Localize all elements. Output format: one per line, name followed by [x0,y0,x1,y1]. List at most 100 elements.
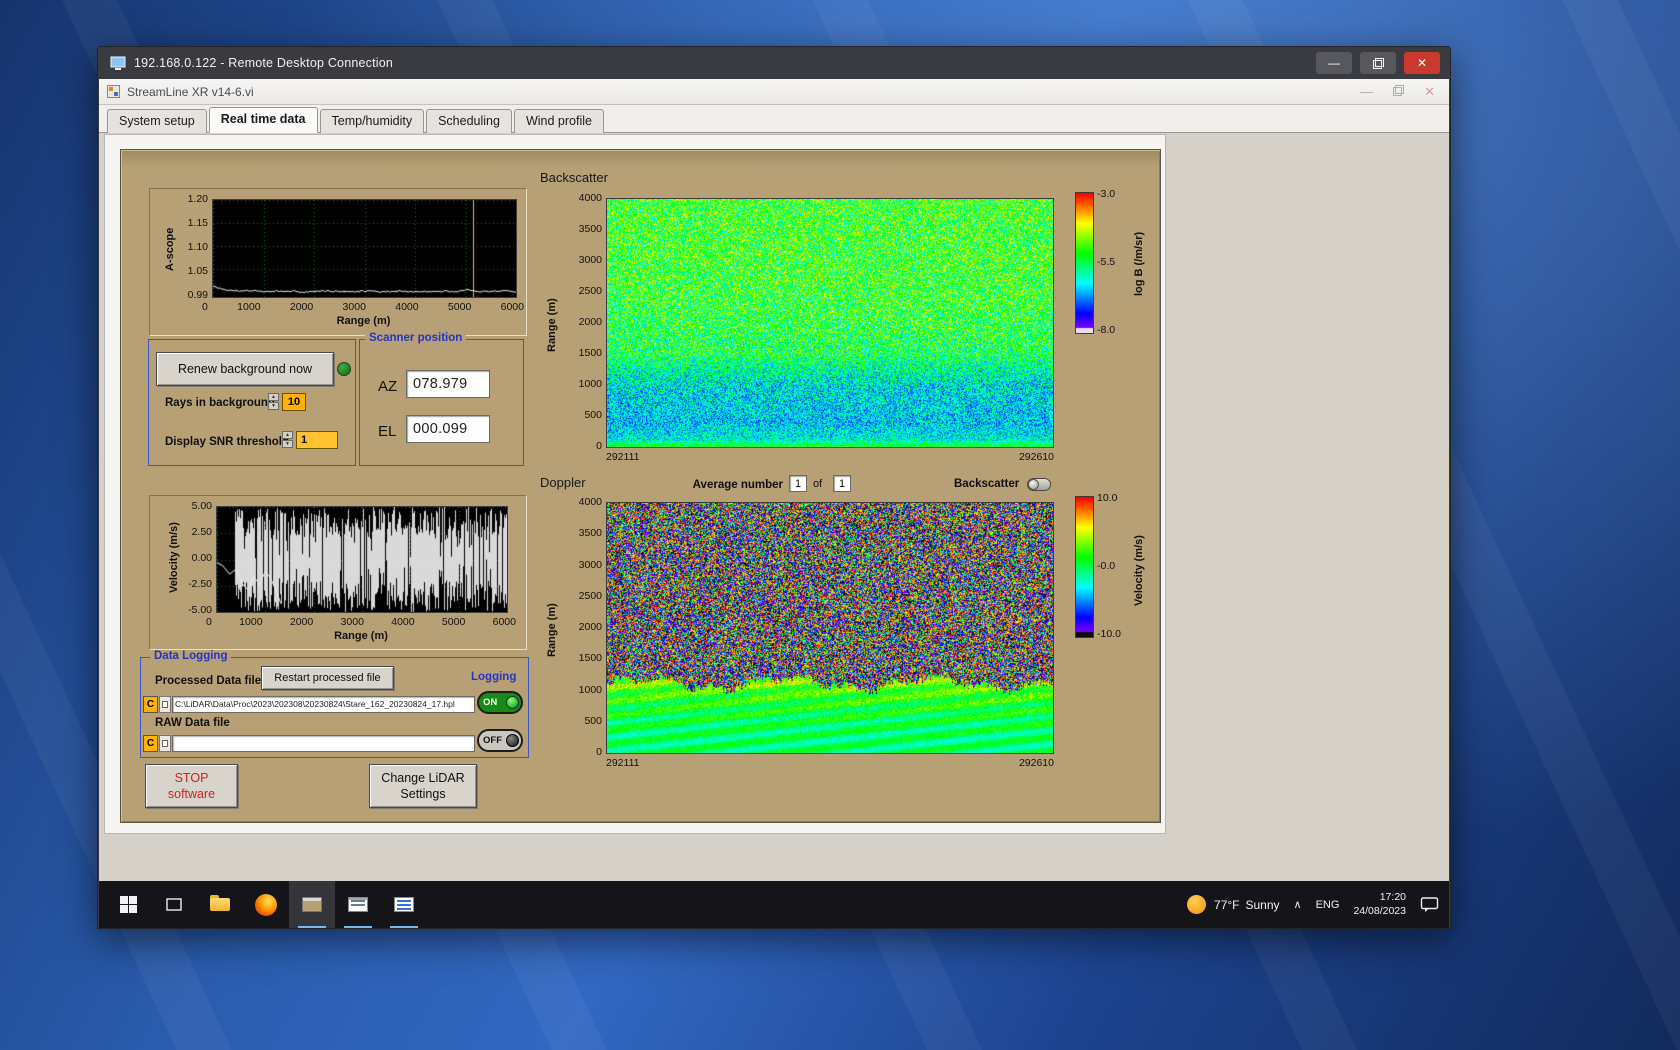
backscatter-display-toggle[interactable] [1027,478,1051,491]
tab-real-time-data[interactable]: Real time data [208,107,318,133]
switch-knob-icon [1028,479,1039,490]
app-restore-button[interactable] [1393,84,1405,99]
doppler-y-axis-label: Range (m) [546,603,558,657]
app-minimize-button[interactable]: — [1360,84,1373,99]
backscatter-x-tick-labels: 292111 292610 [606,451,1054,463]
change-lidar-settings-button[interactable]: Change LiDAR Settings [369,764,477,808]
raw-browse-icon[interactable] [159,735,171,752]
processed-drive-button[interactable]: C [143,696,158,713]
velocity-plot-canvas [216,506,508,613]
processed-logging-toggle[interactable]: ON [477,691,523,714]
weather-temperature: 77°F [1214,897,1240,912]
vi-front-panel-area: Backscatter Doppler A-scope 1.20 1.15 1.10… [104,134,1166,834]
windows-logo-icon [119,896,137,913]
rdp-minimize-button[interactable]: — [1316,52,1352,74]
tab-bar: System setup Real time data Temp/humidit… [99,105,1449,133]
ascope-x-axis-label: Range (m) [336,315,391,327]
data-logging-box: Data Logging Processed Data file Restart… [140,650,529,758]
background-status-led [337,362,351,376]
task-view-button[interactable] [151,881,197,928]
backscatter-heatmap-canvas [606,198,1054,448]
chevron-up-icon[interactable]: ∧ [1294,898,1302,911]
average-number-field[interactable]: 1 [789,475,807,492]
rays-value-field[interactable]: 10 [282,393,306,411]
rdp-window: 192.168.0.122 - Remote Desktop Connectio… [97,46,1451,929]
firefox-button[interactable] [243,881,289,928]
scan-schedule-icon [348,897,368,912]
processed-path-field[interactable]: C:\LiDAR\Data\Proc\2023\202308\20230824\… [172,696,475,713]
doppler-section-title: Doppler [540,475,586,490]
rdp-close-button[interactable]: ✕ [1404,52,1440,74]
el-label: EL [378,423,397,440]
doppler-heatmap-canvas [606,502,1054,754]
clock-date: 24/08/2023 [1353,904,1406,917]
rdp-titlebar[interactable]: 192.168.0.122 - Remote Desktop Connectio… [98,47,1450,79]
file-explorer-button[interactable] [197,881,243,928]
labview-vi-icon [107,85,120,98]
doppler-colorbar-label: Velocity (m/s) [1133,535,1145,607]
doppler-y-tick-labels: 4000 3500 3000 2500 2000 1500 1000 500 0 [578,496,602,758]
scan-schedule-app-button[interactable] [335,881,381,928]
stop-software-button[interactable]: STOP software [145,764,238,808]
az-label: AZ [378,378,398,395]
language-indicator[interactable]: ENG [1316,899,1340,911]
app-close-button[interactable]: ✕ [1424,84,1435,100]
backscatter-colorbar [1075,192,1094,334]
velocity-x-axis-label: Range (m) [334,630,388,642]
remote-session-desktop: StreamLine XR v14-6.vi — ✕ System setup … [99,79,1449,928]
tab-wind-profile[interactable]: Wind profile [513,109,604,133]
ascope-y-axis-label: A-scope [164,227,176,271]
scanner-position-title: Scanner position [365,332,467,344]
folder-icon [210,895,230,911]
clock-time: 17:20 [1379,891,1406,904]
app-window-title: StreamLine XR v14-6.vi [127,84,254,99]
velocity-graph: Velocity (m/s) 5.00 2.50 0.00 -2.50 -5.00 01… [149,495,527,650]
tab-temp-humidity[interactable]: Temp/humidity [319,109,425,133]
app-titlebar[interactable]: StreamLine XR v14-6.vi — ✕ [99,79,1449,105]
start-button[interactable] [105,881,151,928]
backscatter-colorbar-ticks: -3.0 -5.5 -8.0 [1097,188,1116,336]
doppler-colorbar [1075,496,1094,638]
of-label: of [813,478,823,490]
ascope-graph: A-scope 1.20 1.15 1.10 1.05 0.99 0 1000 2000 30… [149,188,527,336]
velocity-y-tick-labels: 5.00 2.50 0.00 -2.50 -5.00 [188,500,212,616]
weather-condition: Sunny [1245,897,1280,912]
az-value-field: 078.979 [406,370,490,398]
rdp-window-title: 192.168.0.122 - Remote Desktop Connectio… [134,56,394,70]
raw-drive-button[interactable]: C [143,735,158,752]
front-panel: Backscatter Doppler A-scope 1.20 1.15 1.10… [120,149,1161,823]
average-number-label: Average number [692,479,783,491]
processed-browse-icon[interactable] [159,696,171,713]
raw-logging-toggle[interactable]: OFF [477,729,523,752]
restart-processed-file-button[interactable]: Restart processed file [261,666,394,690]
spin-up-icon: ▲ [282,431,293,439]
velocity-x-tick-labels: 0 1000 2000 3000 4000 5000 6000 [206,616,516,628]
weather-widget[interactable]: 77°F Sunny [1187,895,1280,914]
raw-path-field[interactable] [172,735,475,752]
el-value-field: 000.099 [406,415,490,443]
tab-system-setup[interactable]: System setup [107,109,207,133]
rays-spinner[interactable]: ▲ ▼ [268,393,279,411]
firefox-icon [255,893,277,916]
renew-background-button[interactable]: Renew background now [156,352,334,386]
snr-spinner[interactable]: ▲ ▼ [282,431,293,449]
log-viewer-app-button[interactable] [381,881,427,928]
processed-data-file-label: Processed Data file [155,675,262,687]
streamline-app-icon [302,897,322,912]
streamline-app-button[interactable] [289,881,335,928]
tab-scheduling[interactable]: Scheduling [426,109,512,133]
backscatter-y-tick-labels: 4000 3500 3000 2500 2000 1500 1000 500 0 [578,192,602,452]
scanner-position-box: Scanner position AZ 078.979 EL 000.099 [359,332,524,466]
action-center-button[interactable] [1420,896,1439,913]
clock[interactable]: 17:20 24/08/2023 [1353,891,1406,917]
toggle-led-icon [506,696,519,709]
rdp-restore-button[interactable] [1360,52,1396,74]
taskbar: 77°F Sunny ∧ ENG 17:20 24/08/2023 [99,881,1449,928]
rays-in-background-label: Rays in background [165,397,275,409]
background-controls-box: Renew background now Rays in background … [148,339,356,466]
snr-value-field[interactable]: 1 [296,431,338,449]
doppler-x-tick-labels: 292111 292610 [606,757,1054,769]
backscatter-colorbar-label: log B (/m/sr) [1133,231,1145,297]
remote-desktop-icon [110,56,126,70]
spin-up-icon: ▲ [268,393,279,401]
